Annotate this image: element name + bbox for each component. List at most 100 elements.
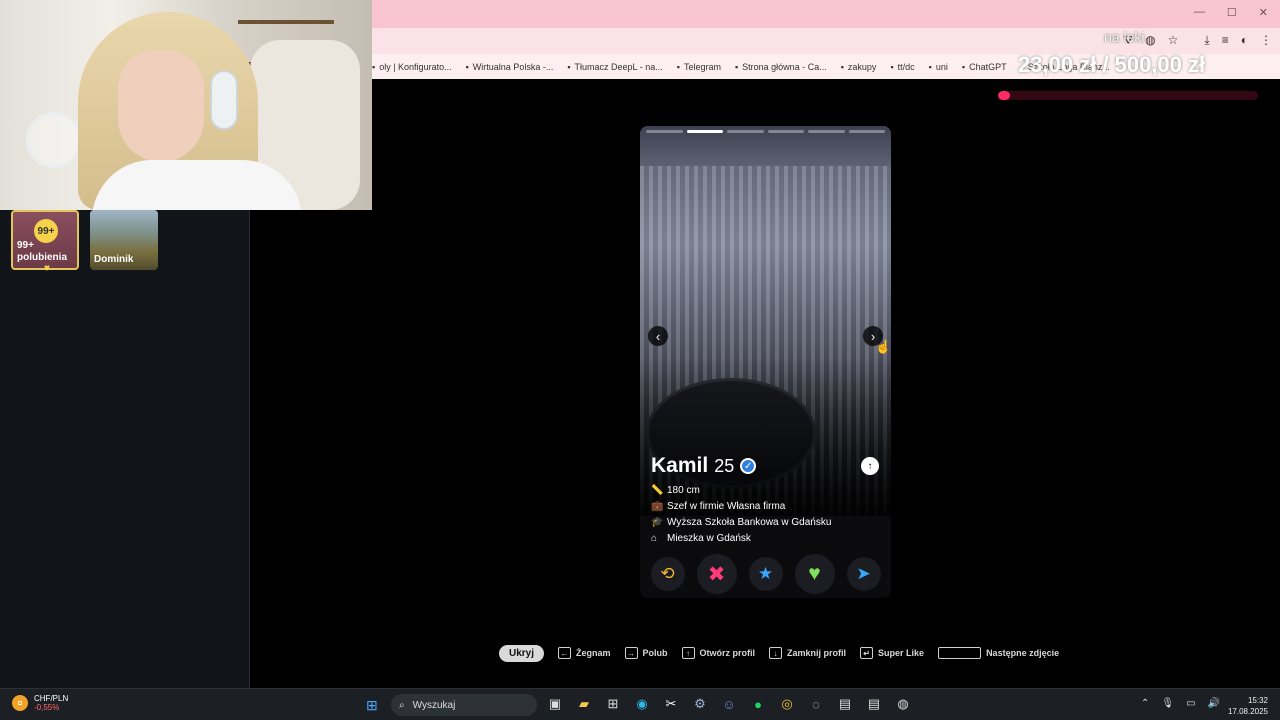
currency-change: -0,55% bbox=[34, 703, 60, 712]
bookmark-item[interactable]: ▪ Strona główna - Ca... bbox=[735, 62, 827, 72]
bookmark-label: oly | Konfigurato... bbox=[379, 61, 452, 72]
likes-count-text: 99+ bbox=[17, 240, 34, 251]
app-icon[interactable]: ▤ bbox=[836, 695, 854, 713]
bookmark-item[interactable]: ▪ zakupy bbox=[841, 62, 877, 72]
bookmark-icon: ▪ bbox=[465, 61, 469, 72]
chevron-up-icon[interactable]: ⌃ bbox=[1141, 698, 1149, 709]
menu-icon[interactable]: ⋮ bbox=[1260, 33, 1272, 48]
desk-fan bbox=[26, 112, 82, 168]
arrow-up-key-icon: ↑ bbox=[681, 647, 695, 659]
task-view-icon[interactable]: ▣ bbox=[546, 695, 564, 713]
volume-icon[interactable]: 🔊 bbox=[1208, 698, 1220, 709]
profile-icon[interactable]: ◍ bbox=[1145, 33, 1155, 48]
profile-name: Kamil bbox=[651, 454, 709, 477]
profile-age: 25 bbox=[714, 456, 735, 476]
app-icon[interactable]: ◍ bbox=[894, 695, 912, 713]
profile-fact: 💼 Szef w firmie Własna firma bbox=[651, 498, 881, 514]
browser-titlebar: — ☐ ✕ bbox=[372, 0, 1280, 28]
download-icon[interactable]: ⤓ bbox=[1204, 33, 1209, 48]
file-explorer-icon[interactable]: ▰ bbox=[575, 695, 593, 713]
chrome-icon[interactable]: ◎ bbox=[778, 695, 796, 713]
maximize-icon[interactable]: ☐ bbox=[1227, 6, 1237, 19]
previous-photo-button[interactable]: ‹ bbox=[648, 326, 668, 346]
keyboard-hints: Ukryj ← Żegnam → Polub ↑ Otwórz profil ↓ Zam… bbox=[499, 643, 1059, 663]
bookmark-icon: ▪ bbox=[567, 61, 571, 72]
send-message-button[interactable]: ➤ bbox=[846, 557, 881, 591]
obs-icon[interactable]: ◌ bbox=[807, 695, 825, 713]
photo-indicator bbox=[646, 130, 885, 133]
profile-fact: 🎓 Wyższa Szkoła Bankowa w Gdańsku bbox=[651, 514, 881, 530]
mouse-cursor-icon: ☝ bbox=[875, 339, 891, 354]
bookmark-label: Strona główna - Ca... bbox=[742, 61, 827, 72]
microphone-icon[interactable]: 🎙 bbox=[1161, 698, 1174, 709]
open-profile-button[interactable]: ↑ bbox=[861, 457, 879, 475]
enter-key-icon: ↵ bbox=[860, 647, 874, 659]
bookmark-item[interactable]: ▪ uni bbox=[929, 62, 948, 72]
donation-progress-bar bbox=[998, 91, 1258, 100]
discord-icon[interactable]: ☺ bbox=[720, 695, 738, 713]
hint-open-profile: Otwórz profil bbox=[699, 648, 756, 658]
clock-time: 15:32 bbox=[1247, 696, 1268, 705]
bookmark-item[interactable]: ▪ tt/dc bbox=[890, 62, 914, 72]
profile-fact-text: Szef w firmie Własna firma bbox=[667, 500, 786, 512]
bookmark-icon: ▪ bbox=[734, 61, 739, 72]
bookmark-item[interactable]: ▪ ChatGPT bbox=[962, 62, 1007, 72]
currency-widget[interactable]: ¤ CHF/PLN -0,55% bbox=[12, 694, 68, 712]
bookmark-label: Telegram bbox=[683, 61, 721, 72]
store-icon[interactable]: ⊞ bbox=[604, 695, 622, 713]
clock-date: 17.08.2025 bbox=[1227, 707, 1268, 716]
webcam-overlay bbox=[0, 0, 372, 210]
hint-super-like: Super Like bbox=[878, 648, 925, 658]
profile-facts: 📏 180 cm 💼 Szef w firmie Własna firma 🎓 Wyższ… bbox=[651, 482, 881, 546]
likes-label: polubienia bbox=[17, 252, 67, 263]
graduation-cap-icon: 🎓 bbox=[651, 516, 664, 528]
extension-icon[interactable]: ◐ bbox=[1241, 33, 1248, 48]
system-tray: ⌃ 🎙 ▭ 🔊 bbox=[1141, 698, 1220, 709]
profile-info: Kamil 25 ✓ 📏 180 cm 💼 Szef w firmie Własna … bbox=[651, 454, 881, 546]
search-icon: ⌕ bbox=[399, 699, 405, 711]
matches-sidebar: 99+ 99+ polubienia Dominik bbox=[0, 210, 250, 688]
hint-next-photo: Następne zdjęcie bbox=[986, 648, 1060, 658]
nope-button[interactable]: ✖ bbox=[696, 554, 737, 594]
media-icon[interactable]: ≡ bbox=[1222, 33, 1229, 48]
windows-taskbar: ¤ CHF/PLN -0,55% ⊞ ⌕ Wyszukaj ▣ ▰ ⊞ ◉ ✂ … bbox=[0, 688, 1280, 720]
pinned-apps: ▣ ▰ ⊞ ◉ ✂ ⚙ ☺ ● ◎ ◌ ▤ ▤ ◍ bbox=[546, 695, 912, 713]
profile-fact: 📏 180 cm bbox=[651, 482, 881, 498]
steam-icon[interactable]: ⚙ bbox=[691, 695, 709, 713]
space-key-icon bbox=[938, 647, 982, 659]
bookmark-item[interactable]: ▪ Wirtualna Polska -... bbox=[466, 62, 554, 72]
rewind-button[interactable]: ⟲ bbox=[650, 557, 685, 591]
display-icon[interactable]: ▭ bbox=[1186, 698, 1195, 709]
profile-fact: ⌂ Mieszka w Gdańsk bbox=[651, 530, 881, 546]
bookmark-item[interactable]: ▪ oly | Konfigurato... bbox=[372, 62, 452, 72]
windows-start-icon[interactable]: ⊞ bbox=[366, 697, 378, 714]
hide-hints-button[interactable]: Ukryj bbox=[499, 644, 545, 662]
bookmark-icon: ▪ bbox=[961, 61, 966, 72]
edge-icon[interactable]: ◉ bbox=[633, 695, 651, 713]
photo-segment bbox=[646, 130, 683, 133]
match-tile-dominik[interactable]: Dominik bbox=[90, 210, 158, 270]
swipe-actions: ⟲ ✖ ★ ♥ ➤ bbox=[640, 554, 891, 594]
currency-icon: ¤ bbox=[12, 695, 28, 711]
headphones bbox=[210, 70, 238, 130]
profile-card[interactable]: ‹ › ☝ Kamil 25 ✓ 📏 180 cm 💼 Szef w firmie W… bbox=[640, 126, 891, 598]
likes-tile[interactable]: 99+ 99+ polubienia bbox=[11, 210, 79, 270]
like-button[interactable]: ♥ bbox=[794, 554, 835, 594]
bookmark-item[interactable]: ▪ Telegram bbox=[677, 62, 721, 72]
close-icon[interactable]: ✕ bbox=[1259, 6, 1268, 19]
ruler-icon: 📏 bbox=[651, 484, 664, 496]
capcut-icon[interactable]: ✂ bbox=[662, 695, 680, 713]
arrow-left-key-icon: ← bbox=[558, 647, 572, 659]
spotify-icon[interactable]: ● bbox=[749, 695, 767, 713]
donation-progress-fill bbox=[998, 91, 1010, 100]
photo-segment bbox=[686, 130, 723, 133]
profile-fact-text: Wyższa Szkoła Bankowa w Gdańsku bbox=[667, 516, 832, 528]
screen: — ☐ ✕ ⛛ ◍ ☆ ⤓ ≡ ◐ ⋮ na leki ▪ oly | Konfi… bbox=[0, 0, 1280, 720]
bookmark-item[interactable]: ▪ Tłumacz DeepL - na... bbox=[567, 62, 662, 72]
minimize-icon[interactable]: — bbox=[1194, 6, 1205, 19]
taskbar-search[interactable]: ⌕ Wyszukaj bbox=[391, 694, 537, 716]
app-icon[interactable]: ▤ bbox=[865, 695, 883, 713]
super-like-button[interactable]: ★ bbox=[748, 557, 783, 591]
system-clock[interactable]: 15:32 17.08.2025 bbox=[1228, 695, 1268, 717]
bookmark-star-icon[interactable]: ☆ bbox=[1168, 33, 1179, 48]
